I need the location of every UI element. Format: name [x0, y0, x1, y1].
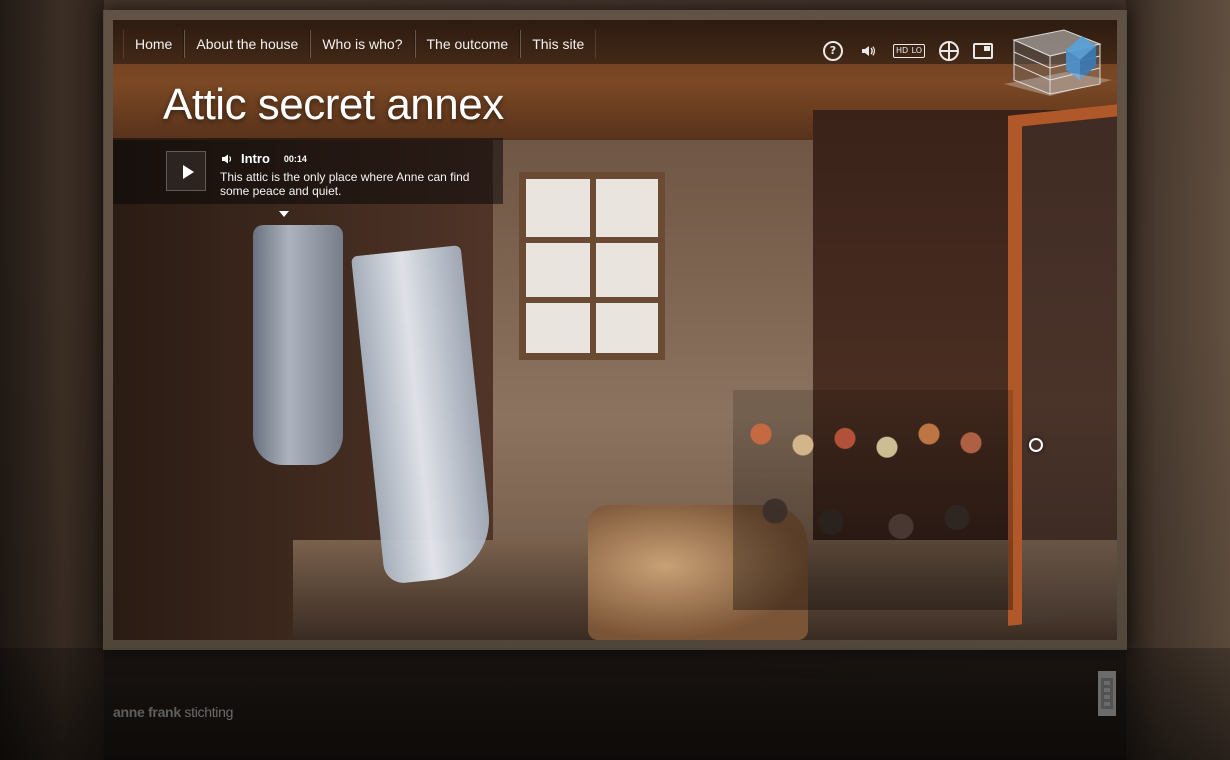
nav-item-the-outcome[interactable]: The outcome: [414, 30, 521, 58]
house-map-icon[interactable]: [1004, 22, 1118, 98]
quality-toggle-icon[interactable]: HD LO: [893, 44, 925, 58]
hd-label: HD: [896, 46, 909, 55]
intro-meta: Intro 00:14: [221, 151, 307, 166]
intro-expand-chevron-icon[interactable]: [279, 211, 289, 217]
play-button[interactable]: [166, 151, 206, 191]
intro-label: Intro: [241, 151, 270, 166]
speaker-icon: [862, 46, 875, 56]
hanging-cloth: [253, 225, 343, 465]
brand-suffix: stichting: [184, 704, 234, 720]
storage-jars: [733, 390, 1013, 610]
fullscreen-icon[interactable]: [973, 43, 993, 59]
help-icon[interactable]: ?: [823, 41, 843, 61]
top-navigation: Home About the house Who is who? The out…: [113, 20, 1117, 64]
intro-panel: Intro 00:14 This attic is the only place…: [113, 138, 503, 204]
background-bookcase-left: [0, 0, 104, 760]
speaker-icon: [222, 154, 232, 163]
play-icon: [183, 165, 194, 179]
brand-name: anne frank: [113, 704, 181, 720]
footer-brand-link[interactable]: anne frank stichting: [113, 704, 233, 720]
nav-item-about-the-house[interactable]: About the house: [184, 30, 311, 58]
page-title: Attic secret annex: [163, 80, 504, 129]
language-globe-icon[interactable]: [939, 41, 959, 61]
attic-door: [1008, 104, 1117, 626]
intro-description: This attic is the only place where Anne …: [220, 170, 470, 198]
nav-item-who-is-who[interactable]: Who is who?: [310, 30, 415, 58]
intro-duration: 00:14: [283, 153, 307, 164]
nav-menu: Home About the house Who is who? The out…: [123, 30, 597, 58]
background-wall-right: [1126, 0, 1230, 760]
sound-icon[interactable]: [857, 42, 879, 60]
nav-icons: ? HD LO: [823, 40, 993, 62]
nav-item-home[interactable]: Home: [123, 30, 185, 58]
lo-label: LO: [911, 46, 922, 55]
house-model-icon: [1004, 29, 1112, 96]
nav-item-this-site[interactable]: This site: [520, 30, 597, 58]
attic-window: [519, 172, 665, 360]
building-icon[interactable]: [1098, 671, 1116, 716]
hotspot-marker[interactable]: [1029, 438, 1043, 452]
